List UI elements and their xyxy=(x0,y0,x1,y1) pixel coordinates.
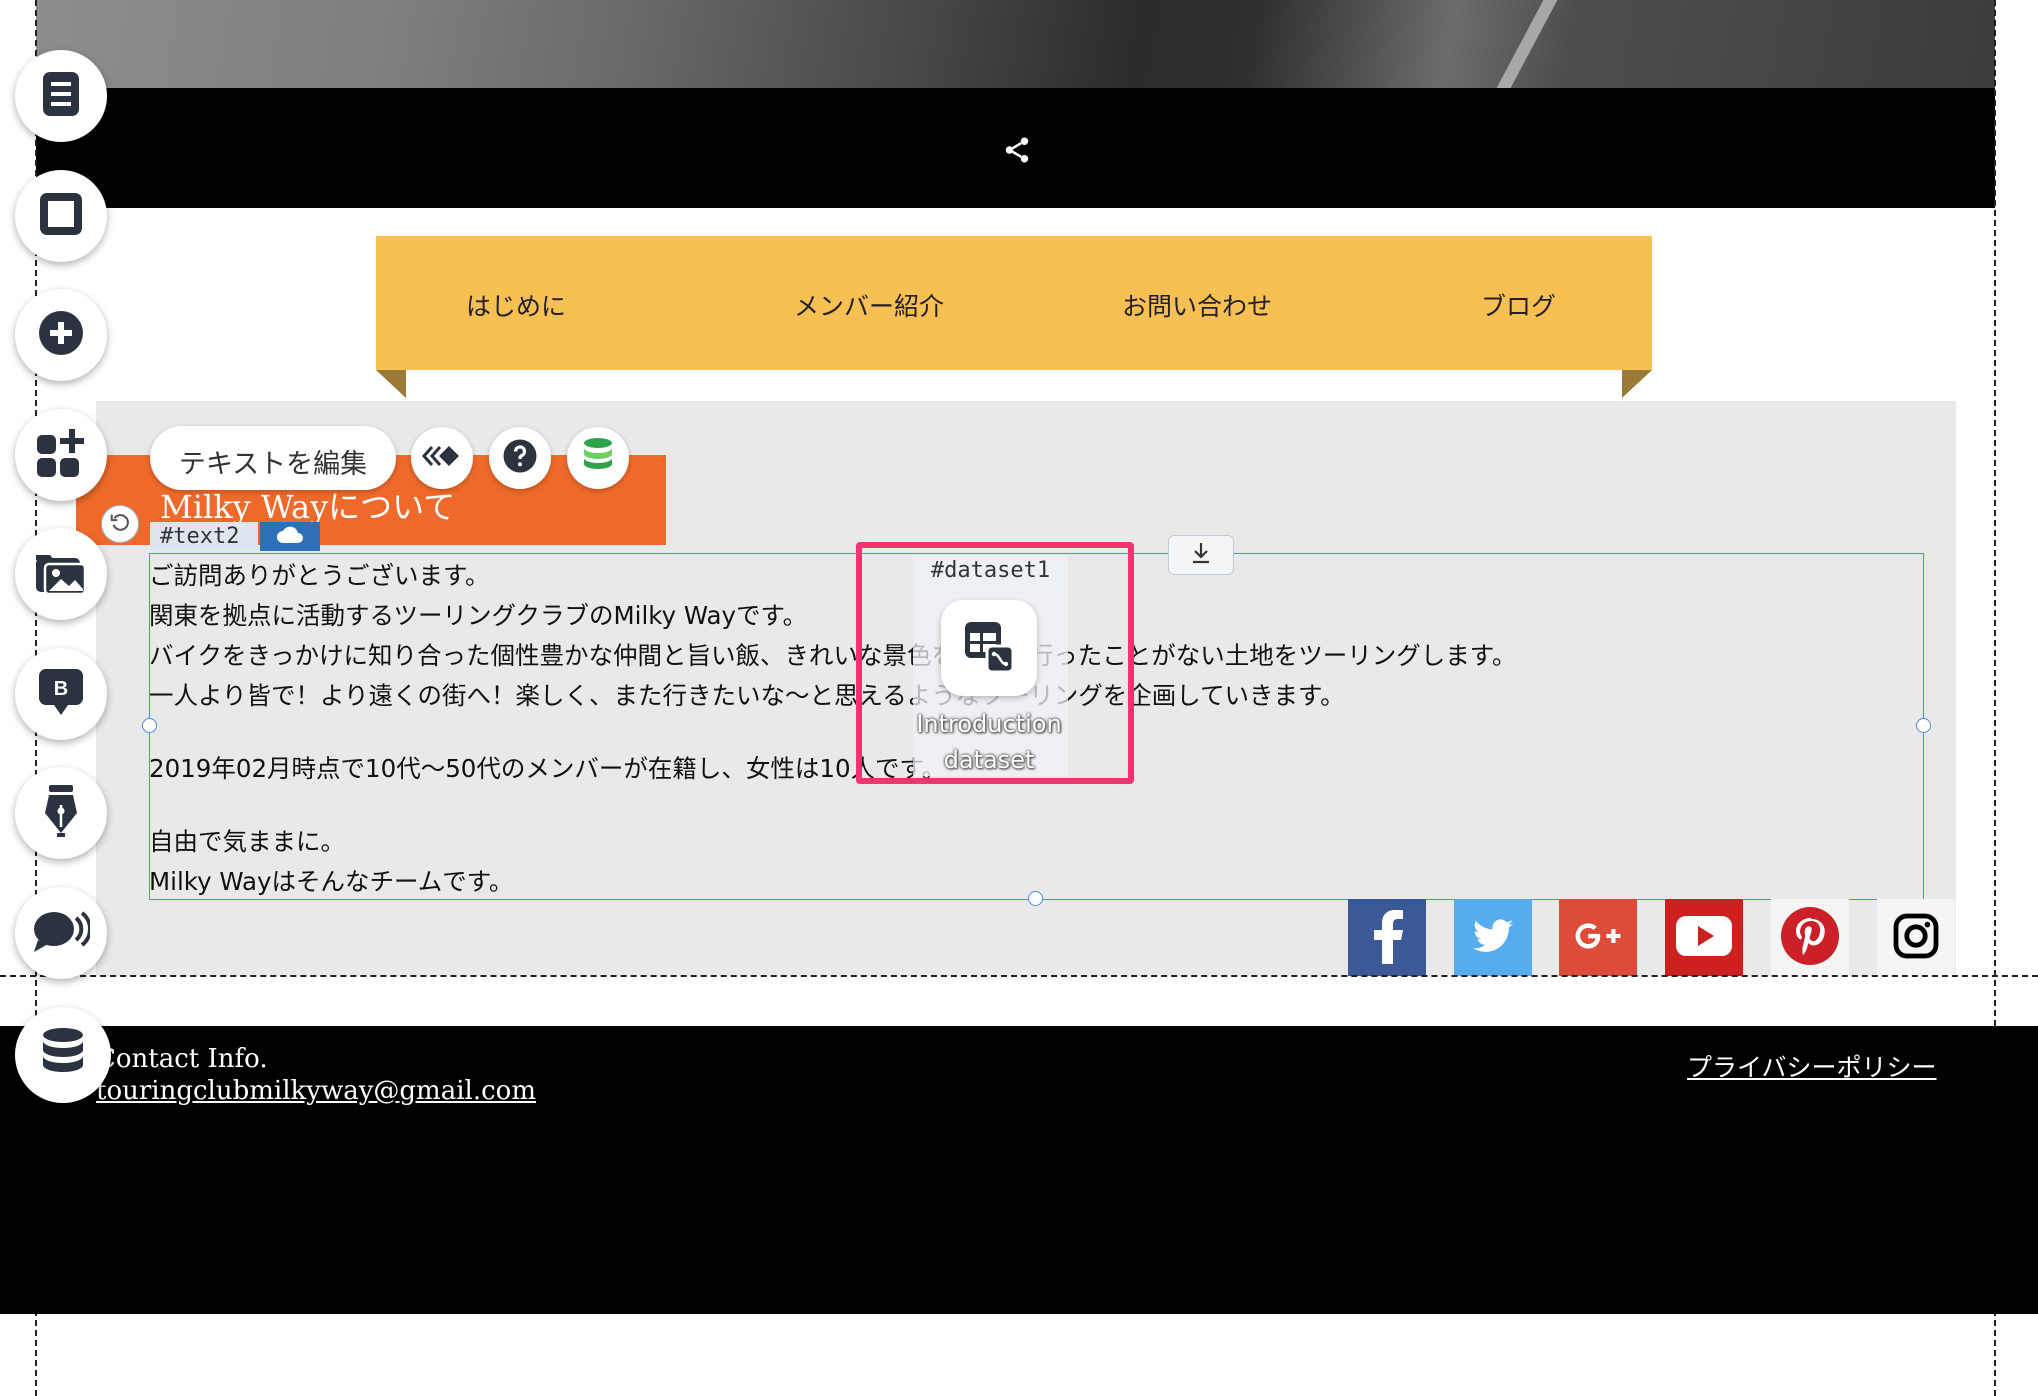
add-element-button[interactable] xyxy=(15,289,107,381)
nav-item-intro[interactable]: はじめに xyxy=(466,287,566,323)
media-button[interactable] xyxy=(15,528,107,620)
paragraph-7: Milky Wayはそんなチームです。 xyxy=(149,867,514,896)
animation-icon xyxy=(421,444,462,472)
ribbon-fold-right xyxy=(1622,370,1652,398)
share-icon[interactable] xyxy=(1002,135,1032,165)
twitter-button[interactable] xyxy=(1454,899,1532,976)
add-icon xyxy=(38,310,84,360)
blog-icon: B xyxy=(38,667,84,721)
youtube-icon xyxy=(1676,915,1732,960)
facebook-icon xyxy=(1367,908,1407,968)
download-tab[interactable] xyxy=(1168,535,1234,575)
section-icon xyxy=(37,190,85,242)
cloud-icon xyxy=(275,525,305,549)
undo-button[interactable] xyxy=(101,505,139,543)
pinterest-icon xyxy=(1781,906,1839,969)
svg-text:B: B xyxy=(54,678,68,700)
instagram-icon xyxy=(1892,912,1940,964)
twitter-icon xyxy=(1473,918,1513,957)
nav-item-contact[interactable]: お問い合わせ xyxy=(1122,287,1272,323)
pages-button[interactable] xyxy=(15,50,107,142)
google-plus-button[interactable] xyxy=(1559,899,1637,976)
help-button[interactable] xyxy=(489,427,551,489)
element-id-label: #text2 xyxy=(160,524,240,549)
chat-icon xyxy=(32,908,92,958)
hero-image xyxy=(36,0,1995,88)
edit-text-label: テキストを編集 xyxy=(178,449,368,480)
nav-item-members[interactable]: メンバー紹介 xyxy=(794,287,944,323)
cloud-badge xyxy=(260,522,320,551)
edit-text-button[interactable]: テキストを編集 xyxy=(150,426,396,490)
paragraph-2: 関東を拠点に活動するツーリングクラブのMilky Wayです。 xyxy=(149,601,808,630)
paragraph-1: ご訪問ありがとうございます。 xyxy=(149,561,490,590)
undo-icon xyxy=(109,511,131,537)
footer: Contact Info. touringclubmilkyway@gmail.… xyxy=(0,1026,2038,1314)
database-green-icon xyxy=(581,437,615,479)
resize-handle-right[interactable] xyxy=(1916,718,1931,733)
help-icon xyxy=(502,438,538,478)
resize-handle-left[interactable] xyxy=(142,718,157,733)
apps-button[interactable] xyxy=(15,409,107,501)
connect-data-button[interactable] xyxy=(567,427,629,489)
main-nav: はじめに メンバー紹介 お問い合わせ ブログ xyxy=(376,236,1652,370)
ribbon-fold-left xyxy=(376,370,406,398)
contact-heading: Contact Info. xyxy=(96,1044,268,1074)
media-icon xyxy=(34,547,88,601)
paragraph-3: バイクをきっかけに知り合った個性豊かな仲間と旨い飯、きれいな景色を探して行ったこ… xyxy=(149,641,1517,670)
facebook-button[interactable] xyxy=(1348,899,1426,976)
database-button[interactable] xyxy=(15,1007,111,1103)
paragraph-4: 一人より皆で！より遠くの街へ！楽しく、また行きたいな〜と思えるようなツーリングを… xyxy=(149,681,1345,710)
youtube-button[interactable] xyxy=(1665,899,1743,976)
database-icon xyxy=(40,1027,86,1083)
chat-button[interactable] xyxy=(15,887,107,979)
download-icon xyxy=(1190,541,1212,569)
design-button[interactable] xyxy=(15,767,107,859)
privacy-policy-link[interactable]: プライバシーポリシー xyxy=(1687,1048,1937,1084)
contact-email-link[interactable]: touringclubmilkyway@gmail.com xyxy=(96,1076,536,1106)
design-pen-icon xyxy=(43,783,79,843)
nav-item-blog[interactable]: ブログ xyxy=(1481,287,1556,323)
section-button[interactable] xyxy=(15,170,107,262)
google-plus-icon xyxy=(1570,919,1626,957)
animation-button[interactable] xyxy=(411,427,473,489)
element-id-tag: #text2 xyxy=(150,522,258,551)
annotation-highlight-box xyxy=(856,542,1134,784)
pages-icon xyxy=(39,70,83,122)
resize-handle-bottom[interactable] xyxy=(1028,891,1043,906)
paragraph-6: 自由で気ままに。 xyxy=(149,827,345,856)
guide-line-section xyxy=(0,975,2038,977)
instagram-button[interactable] xyxy=(1877,899,1955,976)
blog-button[interactable]: B xyxy=(15,648,107,740)
paragraph-5: 2019年02月時点で10代〜50代のメンバーが在籍し、女性は10人です。 xyxy=(149,754,947,783)
apps-icon xyxy=(35,427,87,483)
pinterest-button[interactable] xyxy=(1771,899,1849,976)
